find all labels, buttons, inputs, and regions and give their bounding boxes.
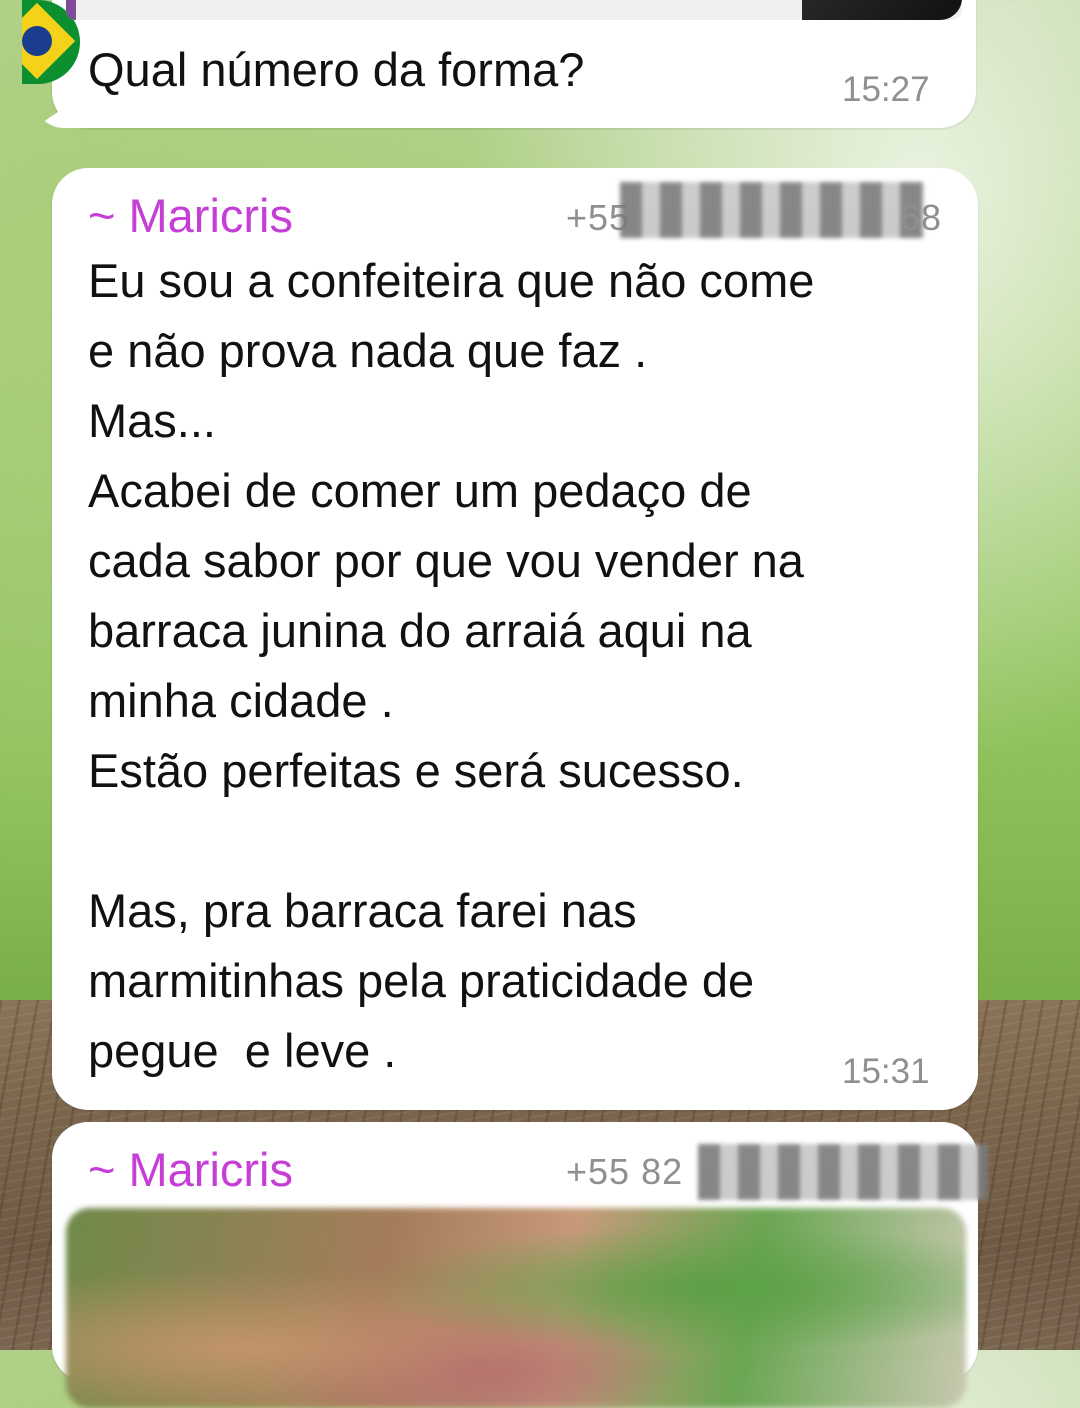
message-bubble[interactable]: ~ Maricris +55 68 Eu sou a confeiteira q… bbox=[52, 168, 978, 1110]
reply-thumbnail bbox=[802, 0, 962, 20]
sender-name[interactable]: ~ Maricris bbox=[88, 188, 293, 243]
message-bubble[interactable]: ~ Maricris +55 82 bbox=[52, 1122, 988, 1408]
quoted-reply-preview[interactable] bbox=[66, 0, 962, 20]
message-photo[interactable] bbox=[66, 1208, 966, 1408]
message-timestamp: 15:31 bbox=[842, 1052, 930, 1091]
sender-name[interactable]: ~ Maricris bbox=[88, 1142, 293, 1197]
message-bubble[interactable]: Qual número da forma? 15:27 bbox=[22, 0, 976, 128]
sender-phone-start: +55 82 bbox=[566, 1151, 684, 1192]
sender-phone-end: 68 bbox=[900, 197, 943, 238]
redacted-phone-blur bbox=[620, 182, 924, 238]
message-timestamp: 15:27 bbox=[842, 70, 930, 109]
redacted-phone-blur bbox=[698, 1144, 988, 1200]
message-text: Qual número da forma? bbox=[88, 43, 585, 96]
reply-accent-bar bbox=[66, 0, 76, 20]
bubble-tail bbox=[34, 88, 94, 128]
message-text: Eu sou a confeiteira que não come e não … bbox=[88, 254, 815, 1077]
flag-globe bbox=[22, 26, 52, 56]
